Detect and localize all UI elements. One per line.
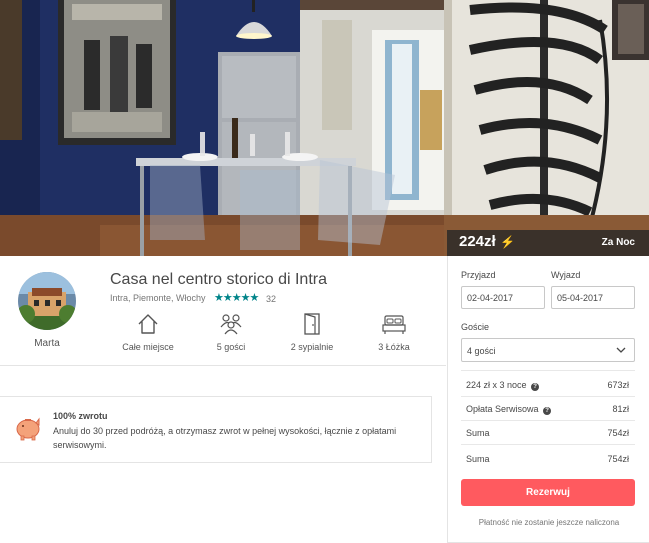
amenity-label: 3 Łóżka: [378, 342, 410, 352]
amenity-label: 2 sypialnie: [290, 342, 334, 352]
amenity-beds: 3 Łóżka: [349, 313, 439, 352]
total-value: 754zł: [607, 454, 629, 464]
checkout-label: Wyjazd: [551, 270, 581, 280]
host-name[interactable]: Marta: [18, 338, 76, 349]
checkin-label: Przyjazd: [461, 270, 496, 280]
sum-label: Suma: [466, 428, 490, 438]
amenity-bedrooms: 2 sypialnie: [267, 313, 357, 352]
review-count[interactable]: 32: [266, 294, 276, 304]
door-icon: [304, 313, 320, 335]
per-night-label: Za Noc: [601, 237, 635, 248]
bed-icon: [382, 315, 406, 334]
amenity-label: 5 gości: [216, 342, 246, 352]
rating-stars[interactable]: ★★★★★: [214, 291, 259, 304]
guests-icon: [220, 314, 242, 335]
nights-calculation: 224 zł x 3 noce: [466, 380, 527, 390]
guests-label: Goście: [461, 322, 490, 332]
listing-location[interactable]: Intra, Piemonte, Włochy: [110, 293, 206, 303]
nightly-price: 224zł: [459, 233, 496, 250]
price-separator: [461, 444, 635, 445]
price-separator: [461, 396, 635, 397]
amenity-guests: 5 gości: [186, 313, 276, 352]
instant-book-icon: ⚡: [500, 235, 515, 249]
info-icon[interactable]: ?: [543, 407, 552, 415]
booking-panel: Przyjazd Wyjazd 02-04-2017 05-04-2017 Go…: [447, 256, 649, 543]
piggy-bank-icon: [16, 417, 40, 441]
price-per-night-bar: 224zł ⚡ Za Noc: [447, 230, 649, 256]
info-icon[interactable]: ?: [531, 383, 540, 391]
guests-select[interactable]: 4 gości: [461, 338, 635, 362]
hero-photo-illustration: [0, 0, 649, 256]
sum-value: 754zł: [607, 428, 629, 438]
refund-title: 100% zwrotu: [53, 411, 108, 421]
hero-photo[interactable]: 224zł ⚡ Za Noc: [0, 0, 649, 256]
service-fee-row-label: Opłata Serwisowa ?: [466, 404, 552, 415]
host-avatar[interactable]: [18, 272, 76, 330]
refund-description: Anuluj do 30 przed podróżą, a otrzymasz …: [53, 426, 397, 450]
listing-page: 224zł ⚡ Za Noc Marta Casa nel centro sto…: [0, 0, 649, 543]
service-fee-value: 81zł: [612, 404, 629, 414]
checkin-date-field[interactable]: 02-04-2017: [461, 286, 545, 309]
price-separator: [461, 420, 635, 421]
reserve-button[interactable]: Rezerwuj: [461, 479, 635, 506]
amenity-entire-place: Całe miejsce: [103, 313, 193, 352]
refund-policy-card: 100% zwrotu Anuluj do 30 przed podróżą, …: [0, 396, 432, 463]
listing-title: Casa nel centro storico di Intra: [110, 271, 327, 288]
service-fee-label: Opłata Serwisowa: [466, 404, 539, 414]
section-divider: [0, 365, 446, 366]
nights-row-label: 224 zł x 3 noce ?: [466, 380, 540, 391]
guests-selected-value: 4 gości: [467, 346, 496, 356]
amenity-label: Całe miejsce: [122, 342, 174, 352]
payment-note: Płatność nie zostanie jeszcze naliczona: [478, 518, 620, 527]
total-label: Suma: [466, 454, 490, 464]
nights-total: 673zł: [607, 380, 629, 390]
checkout-date-field[interactable]: 05-04-2017: [551, 286, 635, 309]
chevron-down-icon: [616, 347, 626, 353]
home-icon: [138, 314, 158, 334]
price-separator: [461, 370, 635, 371]
